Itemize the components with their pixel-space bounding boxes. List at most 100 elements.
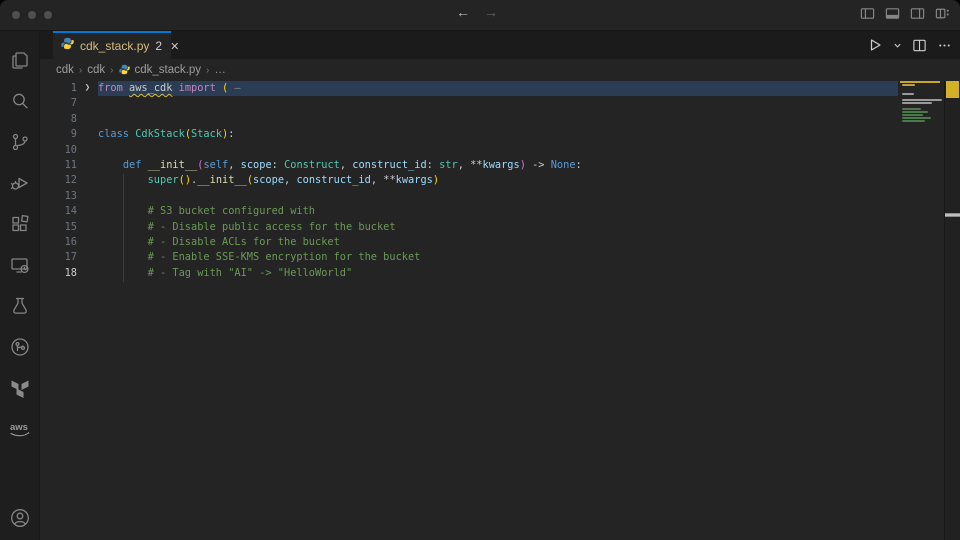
code-text: def __init__(self, scope: Construct, con… <box>98 158 898 173</box>
code-line[interactable]: 17 # - Enable SSE-KMS encryption for the… <box>40 250 898 265</box>
overview-ruler-scrollbar[interactable] <box>944 81 960 540</box>
indent-guide <box>123 174 124 282</box>
code-text: # - Disable ACLs for the bucket <box>98 235 898 250</box>
line-number: 13 <box>40 189 77 204</box>
code-line[interactable]: 11 def __init__(self, scope: Construct, … <box>40 158 898 173</box>
code-text <box>98 96 898 111</box>
code-text: super().__init__(scope, construct_id, **… <box>98 173 898 188</box>
activity-bar-accounts-icon[interactable] <box>0 497 39 538</box>
activity-bar-remote-explorer-icon[interactable] <box>0 244 39 285</box>
breadcrumb-item[interactable]: cdk_stack.py <box>135 64 201 76</box>
minimap-line <box>902 93 914 95</box>
tab-duplicate-badge: 2 <box>155 39 162 53</box>
line-number: 16 <box>40 235 77 250</box>
minimap-line <box>902 111 928 113</box>
window-close-button[interactable] <box>12 11 20 19</box>
minimap-line <box>902 120 925 122</box>
line-number: 1 <box>40 81 77 96</box>
window-controls[interactable] <box>12 11 52 19</box>
code-text: # - Tag with "AI" -> "HelloWorld" <box>98 266 898 281</box>
code-line[interactable]: 14 # S3 bucket configured with <box>40 204 898 219</box>
activity-bar-extensions-icon[interactable] <box>0 203 39 244</box>
fold-column <box>77 204 98 219</box>
toggle-primary-sidebar-icon[interactable] <box>860 6 875 21</box>
code-line[interactable]: 18 # - Tag with "AI" -> "HelloWorld" <box>40 266 898 281</box>
activity-bar: aws <box>0 31 40 540</box>
code-text: from aws_cdk import ( – <box>98 81 898 96</box>
fold-column <box>77 158 98 173</box>
line-number: 8 <box>40 112 77 127</box>
fold-column <box>77 143 98 158</box>
minimap-line <box>902 114 923 116</box>
line-number: 7 <box>40 96 77 111</box>
minimap[interactable] <box>898 81 945 540</box>
tab-close-icon[interactable]: ✕ <box>170 40 179 53</box>
split-editor-button[interactable] <box>912 38 927 53</box>
activity-bar-search-icon[interactable] <box>0 80 39 121</box>
activity-bar-terraform-icon[interactable] <box>0 367 39 408</box>
activity-bar-source-control-icon[interactable] <box>0 121 39 162</box>
more-actions-button[interactable] <box>937 38 952 53</box>
fold-column <box>77 235 98 250</box>
line-number: 18 <box>40 266 77 281</box>
code-text <box>98 143 898 158</box>
customize-layout-icon[interactable] <box>935 6 950 21</box>
activity-bar-codecatalyst-icon[interactable] <box>0 326 39 367</box>
run-python-file-button[interactable] <box>867 37 883 53</box>
breadcrumb-symbol-more[interactable]: … <box>214 64 226 76</box>
tab-bar: cdk_stack.py 2 ✕ <box>40 31 960 59</box>
title-bar: ← → <box>0 0 960 31</box>
line-number: 17 <box>40 250 77 265</box>
breadcrumb-item[interactable]: cdk <box>87 64 105 76</box>
code-line[interactable]: 7 <box>40 96 898 111</box>
fold-column <box>77 220 98 235</box>
code-line[interactable]: 12 super().__init__(scope, construct_id,… <box>40 173 898 188</box>
code-line[interactable]: 10 <box>40 143 898 158</box>
code-text: # - Enable SSE-KMS encryption for the bu… <box>98 250 898 265</box>
code-text <box>98 189 898 204</box>
python-file-icon <box>119 64 130 77</box>
overview-modified-marker <box>946 81 959 98</box>
overview-cursor-marker <box>945 213 960 217</box>
code-text: # S3 bucket configured with <box>98 204 898 219</box>
line-number: 10 <box>40 143 77 158</box>
minimap-line <box>902 84 915 86</box>
breadcrumb-separator: › <box>206 65 209 76</box>
code-text <box>98 112 898 127</box>
navigate-forward-button[interactable]: → <box>484 4 498 20</box>
python-file-icon <box>61 37 74 55</box>
code-line[interactable]: 15 # - Disable public access for the buc… <box>40 220 898 235</box>
tab-cdk-stack-py[interactable]: cdk_stack.py 2 ✕ <box>53 31 171 59</box>
code-line[interactable]: 13 <box>40 189 898 204</box>
code-text: # - Disable public access for the bucket <box>98 220 898 235</box>
activity-bar-aws-toolkit-icon[interactable]: aws <box>0 408 39 449</box>
activity-bar-run-and-debug-icon[interactable] <box>0 162 39 203</box>
fold-column <box>77 112 98 127</box>
fold-column <box>77 250 98 265</box>
line-number: 15 <box>40 220 77 235</box>
code-text: class CdkStack(Stack): <box>98 127 898 142</box>
window-zoom-button[interactable] <box>44 11 52 19</box>
fold-column <box>77 96 98 111</box>
toggle-secondary-sidebar-icon[interactable] <box>910 6 925 21</box>
code-line[interactable]: 8 <box>40 112 898 127</box>
tab-filename: cdk_stack.py <box>80 39 149 53</box>
code-line[interactable]: 1❯from aws_cdk import ( – <box>40 81 898 96</box>
activity-bar-explorer-icon[interactable] <box>0 39 39 80</box>
run-dropdown-button[interactable] <box>893 41 902 50</box>
fold-column <box>77 266 98 281</box>
vscode-window: ← → aws cdk_stack.py 2 ✕ <box>0 0 960 540</box>
code-line[interactable]: 16 # - Disable ACLs for the bucket <box>40 235 898 250</box>
fold-chevron-icon[interactable]: ❯ <box>77 81 98 96</box>
minimap-line <box>902 117 931 119</box>
navigate-back-button[interactable]: ← <box>456 4 470 20</box>
line-number: 11 <box>40 158 77 173</box>
toggle-panel-icon[interactable] <box>885 6 900 21</box>
activity-bar-testing-icon[interactable] <box>0 285 39 326</box>
breadcrumb-item[interactable]: cdk <box>56 64 74 76</box>
code-line[interactable]: 9class CdkStack(Stack): <box>40 127 898 142</box>
fold-column <box>77 173 98 188</box>
window-minimize-button[interactable] <box>28 11 36 19</box>
code-editor[interactable]: 1❯from aws_cdk import ( –789class CdkSta… <box>40 81 960 540</box>
breadcrumb: cdk›cdk›cdk_stack.py›… <box>40 59 960 81</box>
